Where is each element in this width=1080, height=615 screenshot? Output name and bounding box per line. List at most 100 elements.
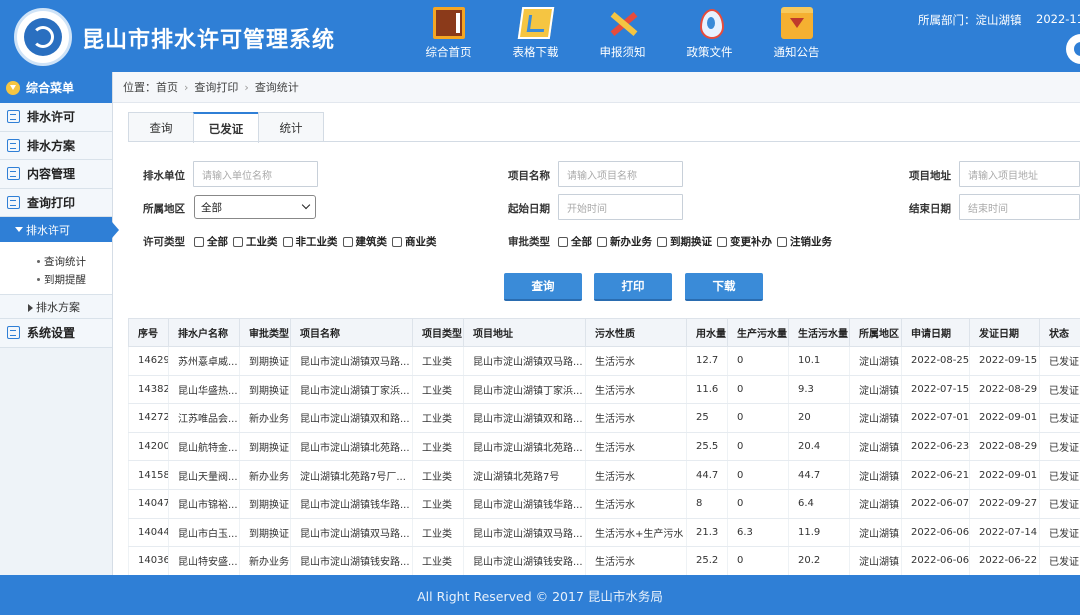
permit-type-group: 全部 工业类 非工业类 建筑类 商业类: [194, 234, 442, 249]
table-cell: 25.2: [686, 546, 728, 575]
end-date-label: 结束日期: [909, 203, 951, 215]
address-input[interactable]: 请输入项目地址: [959, 161, 1080, 187]
avatar[interactable]: [1066, 34, 1080, 64]
table-cell: 淀山湖镇: [849, 546, 902, 575]
sidebar-sub-permit[interactable]: 排水许可: [0, 217, 119, 242]
table-cell: 昆山市淀山湖镇北苑路...: [290, 432, 413, 462]
table-cell: 9.3: [788, 375, 850, 405]
region-select-value: 全部: [201, 201, 222, 214]
checkbox-box: [597, 236, 607, 247]
approval-checkbox[interactable]: 变更补办: [717, 234, 772, 249]
tab-query[interactable]: 查询: [128, 112, 194, 142]
table-row[interactable]: 14044 昆山市白玉... 到期换证 昆山市淀山湖镇双马路... 工业类 昆山市淀山湖镇…: [128, 518, 1080, 548]
folder-notice-icon: [781, 7, 813, 39]
sidebar-item-query-print[interactable]: 查询打印: [0, 188, 112, 217]
table-row[interactable]: 14382 昆山华盛热... 到期换证 昆山市淀山湖镇丁家浜... 工业类 昆山市淀山湖镇…: [128, 375, 1080, 405]
table-cell: 14200: [128, 432, 169, 462]
permit-checkbox[interactable]: 非工业类: [282, 234, 338, 249]
sidebar-item-permit[interactable]: 排水许可: [0, 103, 112, 132]
table-cell: 到期换证: [239, 432, 291, 462]
nav-notice[interactable]: 通知公告: [753, 0, 840, 72]
app-header: 昆山市排水许可管理系统 综合首页 表格下载 申报须知 政策文件 通知公告 所属部…: [0, 0, 1080, 72]
table-cell: 淀山湖镇: [849, 403, 902, 433]
approval-checkbox[interactable]: 新办业务: [597, 234, 652, 249]
sidebar-item-plan[interactable]: 排水方案: [0, 131, 112, 160]
permit-checkbox[interactable]: 商业类: [392, 234, 437, 249]
column-header: 申请日期: [901, 318, 970, 347]
edit-icon: [7, 326, 20, 340]
sidebar-leaf-stats[interactable]: 查询统计: [0, 252, 112, 270]
nav-label: 申报须知: [599, 45, 646, 59]
table-cell: 生活污水: [585, 460, 687, 490]
table-row[interactable]: 14272 江苏唯品会... 新办业务 昆山市淀山湖镇双和路... 工业类 昆山市淀山湖镇…: [128, 403, 1080, 433]
checkbox-box: [657, 236, 667, 247]
permit-checkbox[interactable]: 工业类: [233, 234, 278, 249]
approval-checkbox[interactable]: 全部: [558, 234, 592, 249]
approval-checkbox[interactable]: 到期换证: [657, 234, 712, 249]
breadcrumb-home[interactable]: 首页: [156, 79, 178, 95]
table-cell: 昆山市淀山湖镇丁家浜...: [463, 375, 586, 405]
table-cell: 淀山湖镇: [849, 489, 902, 519]
sidebar-item-content[interactable]: 内容管理: [0, 160, 112, 189]
print-button[interactable]: 打印: [594, 273, 672, 301]
table-cell: 昆山华盛热...: [168, 375, 240, 405]
sidebar-leaf-expiry[interactable]: 到期提醒: [0, 270, 112, 288]
nav-form-download[interactable]: 表格下载: [492, 0, 579, 72]
breadcrumb-query-print[interactable]: 查询打印: [194, 79, 238, 95]
start-date-input[interactable]: 开始时间: [558, 194, 683, 220]
approval-type-label: 审批类型: [508, 236, 550, 248]
sidebar-header[interactable]: 综合菜单: [0, 72, 112, 103]
table-row[interactable]: 14158 昆山天量阀... 新办业务 淀山湖镇北苑路7号厂... 工业类 淀山湖镇北苑路…: [128, 460, 1080, 490]
table-cell: 2022-08-29: [969, 432, 1040, 462]
table-cell: 昆山市淀山湖镇双马路...: [290, 346, 413, 376]
nav-home[interactable]: 综合首页: [405, 0, 492, 72]
table-cell: 工业类: [412, 489, 464, 519]
results-table: 序号 排水户名称 审批类型 项目名称 项目类型 项目地址 污水性质 用水量 生产污水量 生活污水量…: [128, 318, 1080, 575]
table-cell: 8: [686, 489, 728, 519]
table-cell: 2022-08-25: [901, 346, 970, 376]
sidebar-header-label: 综合菜单: [26, 81, 75, 95]
table-row[interactable]: 14200 昆山航特金... 到期换证 昆山市淀山湖镇北苑路... 工业类 昆山市淀山湖镇…: [128, 432, 1080, 462]
table-cell: 0: [727, 403, 789, 433]
table-cell: 昆山市淀山湖镇双和路...: [290, 403, 413, 433]
download-button[interactable]: 下载: [685, 273, 763, 301]
table-row[interactable]: 14047 昆山市锦裕... 到期换证 昆山市淀山湖镇钱华路... 工业类 昆山市淀山湖镇…: [128, 489, 1080, 519]
project-input[interactable]: 请输入项目名称: [558, 161, 683, 187]
table-cell: 生活污水: [585, 432, 687, 462]
nav-label: 政策文件: [686, 45, 733, 59]
breadcrumb: 位置： 首页 › 查询打印 › 查询统计: [113, 72, 1080, 103]
region-select[interactable]: 全部: [194, 195, 316, 219]
table-cell: 10.1: [788, 346, 850, 376]
table-row[interactable]: 14036 昆山特安盛... 新办业务 昆山市淀山湖镇钱安路... 工业类 昆山市淀山湖镇…: [128, 546, 1080, 575]
checkbox-label: 注销业务: [790, 236, 832, 248]
table-cell: 工业类: [412, 403, 464, 433]
permit-checkbox[interactable]: 全部: [194, 234, 228, 249]
unit-input[interactable]: 请输入单位名称: [193, 161, 318, 187]
breadcrumb-current: 查询统计: [254, 81, 299, 94]
sidebar-item-label: 查询打印: [27, 195, 76, 210]
permit-checkbox[interactable]: 建筑类: [342, 234, 387, 249]
table-cell: 昆山航特金...: [168, 432, 240, 462]
query-button[interactable]: 查询: [504, 273, 582, 301]
table-cell: 苏州憙卓威...: [168, 346, 240, 376]
tab-issued[interactable]: 已发证: [193, 112, 259, 143]
user-department: 所属部门：淀山湖镇: [918, 13, 1022, 27]
nav-policy[interactable]: 政策文件: [666, 0, 753, 72]
table-cell: 昆山天量阀...: [168, 460, 240, 490]
end-date-input[interactable]: 结束时间: [959, 194, 1080, 220]
table-cell: 25.5: [686, 432, 728, 462]
table-cell: 淀山湖镇: [849, 375, 902, 405]
sidebar-sub-plan[interactable]: 排水方案: [0, 294, 112, 319]
logo: [14, 8, 72, 66]
start-date-label: 起始日期: [508, 203, 550, 215]
column-header: 生产污水量: [727, 318, 789, 347]
table-cell: 昆山市淀山湖镇钱华路...: [290, 489, 413, 519]
table-cell: 0: [727, 546, 789, 575]
tab-stats[interactable]: 统计: [258, 112, 324, 142]
sidebar-item-settings[interactable]: 系统设置: [0, 319, 112, 348]
nav-instructions[interactable]: 申报须知: [579, 0, 666, 72]
table-cell: 昆山市淀山湖镇双马路...: [463, 518, 586, 548]
approval-checkbox[interactable]: 注销业务: [777, 234, 832, 249]
table-row[interactable]: 14629 苏州憙卓威... 到期换证 昆山市淀山湖镇双马路... 工业类 昆山市淀山湖镇…: [128, 346, 1080, 376]
table-cell: 到期换证: [239, 346, 291, 376]
